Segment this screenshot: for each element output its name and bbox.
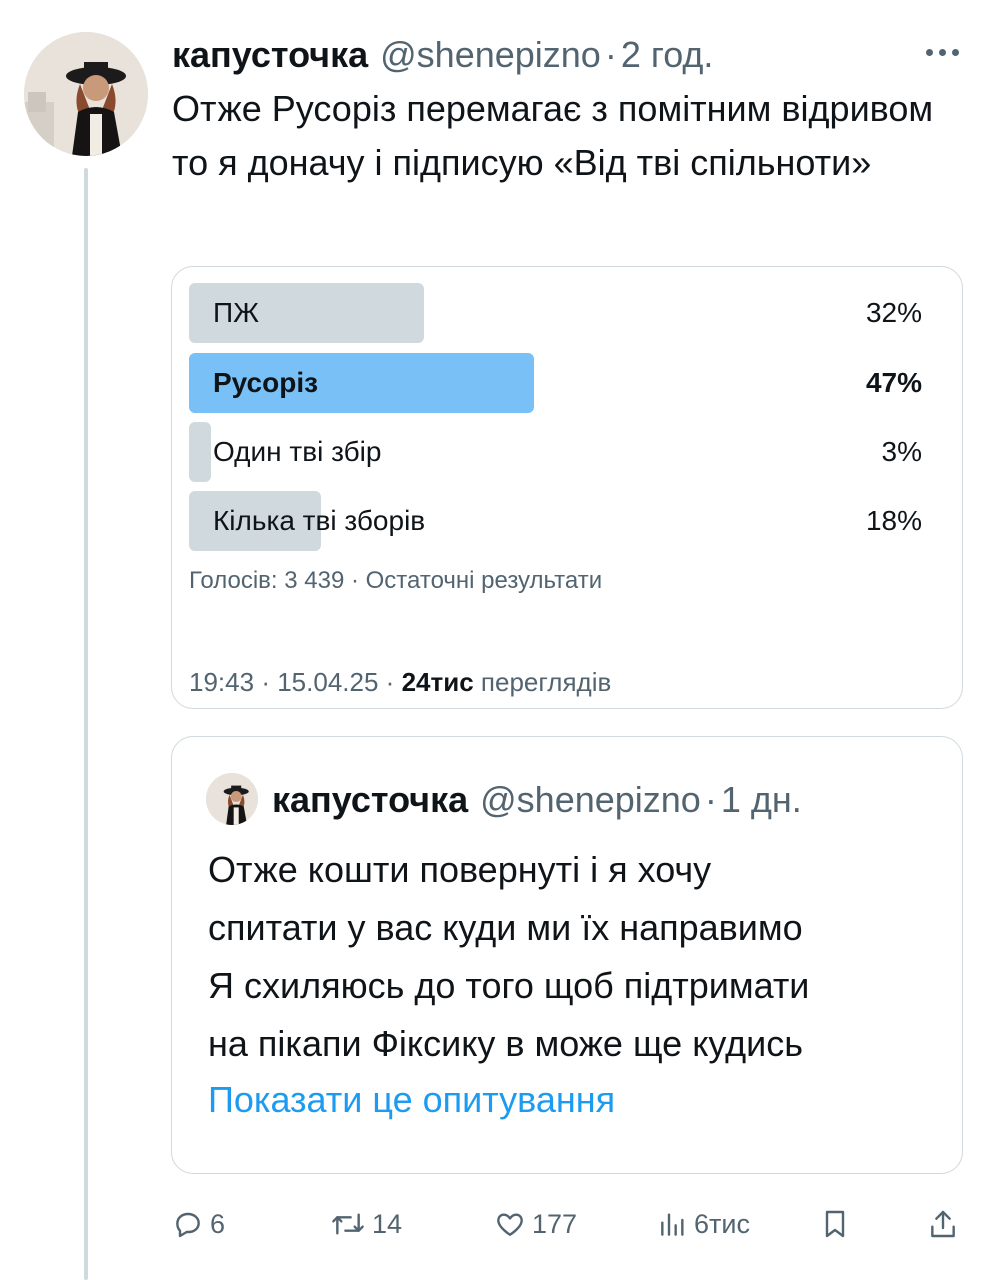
poll-option-label: Один тві збір bbox=[213, 436, 382, 467]
tweet-header: капусточка @shenepizno · 2 год. bbox=[172, 30, 713, 80]
avatar[interactable] bbox=[24, 32, 148, 156]
quote-text: Отже кошти повернуті і я хочу спитати у … bbox=[208, 841, 948, 1073]
reply-button[interactable]: 6 bbox=[172, 1196, 225, 1252]
reply-count: 6 bbox=[210, 1208, 226, 1239]
views-count-action: 6тис bbox=[694, 1208, 750, 1239]
poll-option-percent: 3% bbox=[881, 436, 922, 467]
poll-option: Кілька тві зборів 18% bbox=[189, 491, 922, 551]
separator: · bbox=[385, 667, 395, 697]
repost-icon bbox=[330, 1208, 366, 1240]
views-icon bbox=[658, 1208, 688, 1240]
tweet-meta: 19:43 · 15.04.25 · 24тис переглядів bbox=[189, 667, 611, 698]
poll-card: ПЖ 32% Русоріз 47% Один тві збір 3% Кіль… bbox=[171, 266, 963, 709]
action-bar: 6 14 177 6тис bbox=[172, 1196, 972, 1252]
poll-option: Один тві збір 3% bbox=[189, 422, 922, 482]
quote-avatar bbox=[206, 773, 258, 825]
bookmark-button[interactable] bbox=[820, 1196, 850, 1252]
author-name[interactable]: капусточка bbox=[172, 34, 368, 76]
like-count: 177 bbox=[532, 1208, 578, 1239]
views-button[interactable]: 6тис bbox=[658, 1196, 750, 1252]
author-handle[interactable]: @shenepizno bbox=[380, 34, 601, 76]
quote-author-name: капусточка bbox=[272, 779, 469, 820]
poll-bar bbox=[189, 422, 211, 482]
poll-option-label: Русоріз bbox=[213, 367, 319, 398]
tweet-meta-time[interactable]: 19:43 bbox=[189, 667, 254, 697]
quote-line: спитати у вас куди ми їх направимо bbox=[208, 907, 803, 948]
views-label: переглядів bbox=[480, 667, 612, 697]
poll-option-label: Кілька тві зборів bbox=[213, 505, 426, 536]
views-count: 24тис bbox=[401, 667, 474, 697]
reply-icon bbox=[172, 1208, 204, 1240]
separator: · bbox=[261, 667, 270, 697]
quote-author-handle: @shenepizno bbox=[480, 779, 701, 820]
separator: · bbox=[704, 779, 717, 820]
quote-line: на пікапи Фіксику в може ще кудись bbox=[208, 1023, 804, 1064]
thread-line bbox=[84, 168, 88, 1280]
separator: · bbox=[604, 34, 617, 75]
bookmark-icon bbox=[820, 1208, 850, 1240]
quote-header: капусточка @shenepizno · 1 дн. bbox=[272, 775, 802, 825]
repost-count: 14 bbox=[372, 1208, 403, 1239]
tweet-time[interactable]: 2 год. bbox=[621, 34, 714, 76]
repost-button[interactable]: 14 bbox=[330, 1196, 402, 1252]
tweet-meta-date[interactable]: 15.04.25 bbox=[277, 667, 378, 697]
share-icon bbox=[928, 1208, 958, 1240]
poll-option-label: ПЖ bbox=[213, 297, 259, 328]
quote-time: 1 дн. bbox=[720, 779, 802, 820]
show-poll-link[interactable]: Показати це опитування bbox=[208, 1079, 615, 1121]
poll-option-percent: 32% bbox=[865, 297, 922, 328]
poll-option-percent: 18% bbox=[865, 505, 922, 536]
poll-option: ПЖ 32% bbox=[189, 283, 922, 343]
like-icon bbox=[494, 1208, 526, 1240]
tweet-text: Отже Русоріз перемагає з помітним відрив… bbox=[172, 88, 934, 183]
quote-line: Я схиляюсь до того щоб підтримати bbox=[208, 965, 810, 1006]
more-icon[interactable] bbox=[918, 40, 966, 64]
poll-option-percent: 47% bbox=[865, 367, 922, 398]
quoted-tweet[interactable]: капусточка @shenepizno · 1 дн. Отже кошт… bbox=[171, 736, 963, 1174]
share-button[interactable] bbox=[928, 1196, 958, 1252]
like-button[interactable]: 177 bbox=[494, 1196, 577, 1252]
quote-line: Отже кошти повернуті і я хочу bbox=[208, 849, 712, 890]
poll-meta: Голосів: 3 439 · Остаточні результати bbox=[189, 567, 603, 594]
poll-option-winner: Русоріз 47% bbox=[189, 353, 922, 413]
